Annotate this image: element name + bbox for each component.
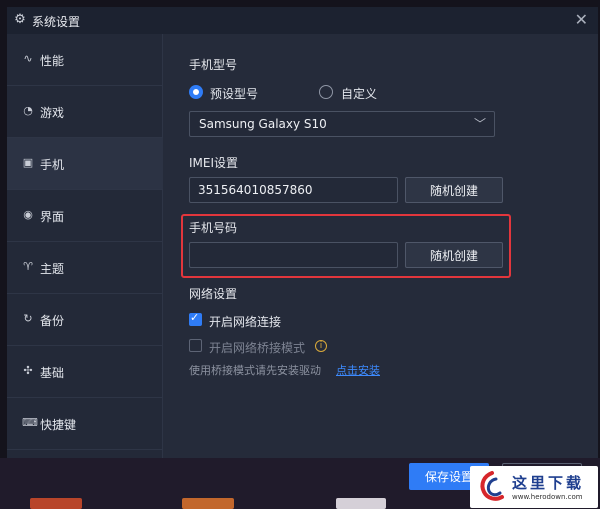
phone-icon: ▣ bbox=[22, 156, 34, 169]
sidebar-item-label: 性能 bbox=[40, 54, 65, 68]
bridge-mode-checkbox[interactable] bbox=[189, 339, 202, 352]
phone-number-input[interactable] bbox=[189, 242, 398, 268]
sidebar-item-interface[interactable]: ◉ 界面 bbox=[7, 190, 163, 242]
imei-input[interactable] bbox=[189, 177, 398, 203]
phone-model-select[interactable]: Samsung Galaxy S10 ﹀ bbox=[189, 111, 495, 137]
network-connection-checkbox[interactable] bbox=[189, 311, 202, 326]
sidebar-item-backup[interactable]: ↻ 备份 bbox=[7, 294, 163, 346]
background-tile bbox=[30, 498, 82, 509]
info-icon[interactable]: i bbox=[315, 340, 327, 352]
sidebar-item-label: 基础 bbox=[40, 366, 65, 380]
chevron-down-icon: ﹀ bbox=[473, 117, 486, 131]
restore-icon: ↻ bbox=[23, 312, 33, 325]
settings-sidebar: ∿ 性能 ◔ 游戏 ▣ 手机 ◉ 界面 ♈ 主题 ↻ 备份 ✣ 基础 ⌨ 快捷键 bbox=[7, 34, 163, 458]
bridge-hint-text: 使用桥接模式请先安装驱动 bbox=[189, 364, 321, 377]
sidebar-item-label: 手机 bbox=[40, 158, 65, 172]
sidebar-item-phone[interactable]: ▣ 手机 bbox=[7, 138, 163, 190]
sidebar-item-label: 备份 bbox=[40, 314, 65, 328]
sidebar-item-label: 游戏 bbox=[40, 106, 65, 120]
network-connection-label: 开启网络连接 bbox=[209, 315, 282, 329]
keyboard-icon: ⌨ bbox=[22, 416, 38, 429]
dialog-title: 系统设置 bbox=[32, 15, 81, 29]
watermark-logo-icon bbox=[480, 471, 504, 501]
watermark: 这里下载 www.herodown.com bbox=[470, 466, 598, 508]
imei-title: IMEI设置 bbox=[189, 156, 239, 170]
gamepad-icon: ◔ bbox=[23, 104, 33, 117]
phone-number-title: 手机号码 bbox=[189, 221, 238, 235]
close-icon[interactable]: ✕ bbox=[575, 10, 588, 29]
custom-model-label: 自定义 bbox=[341, 87, 378, 101]
sidebar-item-theme[interactable]: ♈ 主题 bbox=[7, 242, 163, 294]
phone-number-random-button[interactable]: 随机创建 bbox=[405, 242, 503, 268]
sidebar-item-label: 快捷键 bbox=[40, 418, 77, 432]
watermark-url: www.herodown.com bbox=[512, 493, 583, 501]
background-tile bbox=[182, 498, 234, 509]
sidebar-item-basic[interactable]: ✣ 基础 bbox=[7, 346, 163, 398]
preset-model-radio[interactable] bbox=[189, 85, 203, 99]
title-bar: ⚙ 系统设置 ✕ bbox=[7, 7, 598, 34]
sidebar-item-performance[interactable]: ∿ 性能 bbox=[7, 34, 163, 86]
install-driver-link[interactable]: 点击安装 bbox=[336, 362, 380, 378]
gear-icon: ⚙ bbox=[14, 12, 26, 27]
imei-random-button[interactable]: 随机创建 bbox=[405, 177, 503, 203]
sidebar-item-label: 主题 bbox=[40, 262, 65, 276]
phone-model-title: 手机型号 bbox=[189, 58, 238, 72]
puzzle-icon: ✣ bbox=[23, 364, 33, 377]
palette-icon: ◉ bbox=[23, 208, 33, 221]
shirt-icon: ♈ bbox=[23, 260, 33, 273]
bridge-mode-label: 开启网络桥接模式 bbox=[209, 341, 306, 355]
watermark-brand: 这里下载 bbox=[512, 474, 585, 492]
settings-dialog: ⚙ 系统设置 ✕ ∿ 性能 ◔ 游戏 ▣ 手机 ◉ 界面 ♈ 主题 ↻ 备份 ✣ bbox=[7, 7, 598, 458]
pulse-icon: ∿ bbox=[23, 52, 33, 65]
phone-settings-panel: 手机型号 预设型号 自定义 Samsung Galaxy S10 ﹀ IMEI设… bbox=[164, 34, 598, 458]
preset-model-label: 预设型号 bbox=[210, 87, 259, 101]
selected-model-value: Samsung Galaxy S10 bbox=[199, 117, 327, 131]
sidebar-item-game[interactable]: ◔ 游戏 bbox=[7, 86, 163, 138]
sidebar-item-shortcuts[interactable]: ⌨ 快捷键 bbox=[7, 398, 163, 450]
network-title: 网络设置 bbox=[189, 287, 238, 301]
custom-model-radio[interactable] bbox=[319, 85, 333, 99]
sidebar-item-label: 界面 bbox=[40, 210, 65, 224]
background-tile bbox=[336, 498, 386, 509]
